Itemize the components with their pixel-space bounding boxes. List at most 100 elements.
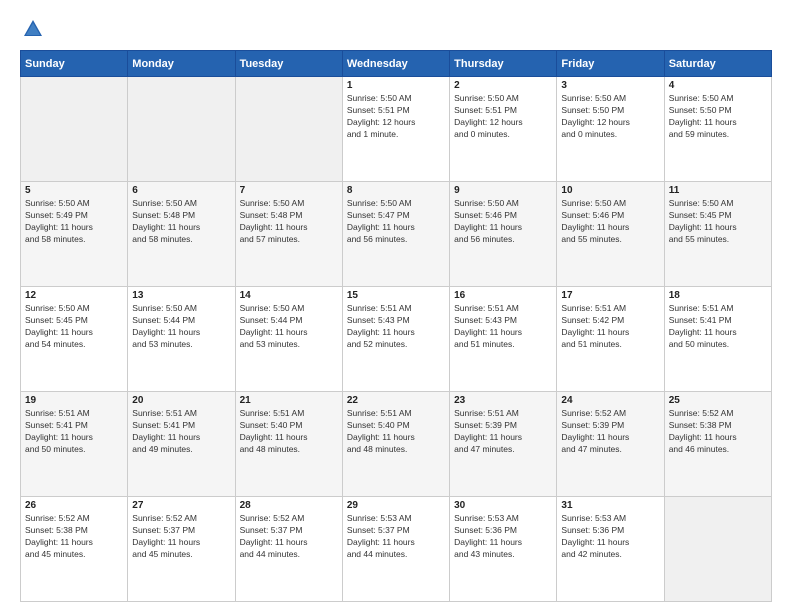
calendar-cell: 29 Sunrise: 5:53 AM Sunset: 5:37 PM Dayli… (342, 497, 449, 602)
day-number: 13 (132, 290, 230, 301)
day-info: Sunrise: 5:53 AM Sunset: 5:36 PM Dayligh… (561, 513, 659, 561)
day-number: 15 (347, 290, 445, 301)
calendar-cell: 28 Sunrise: 5:52 AM Sunset: 5:37 PM Dayli… (235, 497, 342, 602)
week-row-4: 19 Sunrise: 5:51 AM Sunset: 5:41 PM Dayli… (21, 392, 772, 497)
day-info: Sunrise: 5:50 AM Sunset: 5:49 PM Dayligh… (25, 198, 123, 246)
day-info: Sunrise: 5:50 AM Sunset: 5:48 PM Dayligh… (240, 198, 338, 246)
day-number: 6 (132, 185, 230, 196)
calendar-cell: 14 Sunrise: 5:50 AM Sunset: 5:44 PM Dayli… (235, 287, 342, 392)
week-row-1: 1Sunrise: 5:50 AM Sunset: 5:51 PM Daylig… (21, 77, 772, 182)
day-number: 12 (25, 290, 123, 301)
calendar-cell: 12Sunrise: 5:50 AM Sunset: 5:45 PM Dayli… (21, 287, 128, 392)
day-info: Sunrise: 5:50 AM Sunset: 5:46 PM Dayligh… (454, 198, 552, 246)
calendar-cell (21, 77, 128, 182)
day-number: 5 (25, 185, 123, 196)
header (20, 18, 772, 40)
logo (20, 18, 44, 40)
day-number: 8 (347, 185, 445, 196)
day-info: Sunrise: 5:51 AM Sunset: 5:40 PM Dayligh… (347, 408, 445, 456)
calendar-cell: 23Sunrise: 5:51 AM Sunset: 5:39 PM Dayli… (450, 392, 557, 497)
calendar-cell: 24 Sunrise: 5:52 AM Sunset: 5:39 PM Dayli… (557, 392, 664, 497)
weekday-header-thursday: Thursday (450, 51, 557, 77)
day-number: 27 (132, 500, 230, 511)
calendar-cell: 19 Sunrise: 5:51 AM Sunset: 5:41 PM Dayli… (21, 392, 128, 497)
weekday-header-row: SundayMondayTuesdayWednesdayThursdayFrid… (21, 51, 772, 77)
day-info: Sunrise: 5:50 AM Sunset: 5:46 PM Dayligh… (561, 198, 659, 246)
weekday-header-friday: Friday (557, 51, 664, 77)
calendar-cell (235, 77, 342, 182)
day-info: Sunrise: 5:51 AM Sunset: 5:41 PM Dayligh… (25, 408, 123, 456)
calendar-cell: 26 Sunrise: 5:52 AM Sunset: 5:38 PM Dayli… (21, 497, 128, 602)
week-row-2: 5 Sunrise: 5:50 AM Sunset: 5:49 PM Daylig… (21, 182, 772, 287)
day-info: Sunrise: 5:50 AM Sunset: 5:44 PM Dayligh… (132, 303, 230, 351)
day-number: 7 (240, 185, 338, 196)
weekday-header-monday: Monday (128, 51, 235, 77)
day-number: 10 (561, 185, 659, 196)
day-info: Sunrise: 5:52 AM Sunset: 5:37 PM Dayligh… (240, 513, 338, 561)
calendar-cell: 27 Sunrise: 5:52 AM Sunset: 5:37 PM Dayli… (128, 497, 235, 602)
day-number: 3 (561, 80, 659, 91)
day-number: 24 (561, 395, 659, 406)
weekday-header-tuesday: Tuesday (235, 51, 342, 77)
day-info: Sunrise: 5:50 AM Sunset: 5:50 PM Dayligh… (561, 93, 659, 141)
calendar-cell: 16Sunrise: 5:51 AM Sunset: 5:43 PM Dayli… (450, 287, 557, 392)
day-number: 30 (454, 500, 552, 511)
calendar-cell: 31 Sunrise: 5:53 AM Sunset: 5:36 PM Dayli… (557, 497, 664, 602)
day-info: Sunrise: 5:52 AM Sunset: 5:37 PM Dayligh… (132, 513, 230, 561)
day-number: 9 (454, 185, 552, 196)
calendar-table: SundayMondayTuesdayWednesdayThursdayFrid… (20, 50, 772, 602)
calendar-cell: 22Sunrise: 5:51 AM Sunset: 5:40 PM Dayli… (342, 392, 449, 497)
day-info: Sunrise: 5:52 AM Sunset: 5:38 PM Dayligh… (669, 408, 767, 456)
day-number: 2 (454, 80, 552, 91)
calendar-cell: 6 Sunrise: 5:50 AM Sunset: 5:48 PM Daylig… (128, 182, 235, 287)
day-info: Sunrise: 5:53 AM Sunset: 5:36 PM Dayligh… (454, 513, 552, 561)
calendar-cell: 30 Sunrise: 5:53 AM Sunset: 5:36 PM Dayli… (450, 497, 557, 602)
calendar-cell: 13 Sunrise: 5:50 AM Sunset: 5:44 PM Dayli… (128, 287, 235, 392)
day-info: Sunrise: 5:50 AM Sunset: 5:47 PM Dayligh… (347, 198, 445, 246)
calendar-cell: 8 Sunrise: 5:50 AM Sunset: 5:47 PM Daylig… (342, 182, 449, 287)
day-info: Sunrise: 5:51 AM Sunset: 5:43 PM Dayligh… (347, 303, 445, 351)
day-info: Sunrise: 5:51 AM Sunset: 5:40 PM Dayligh… (240, 408, 338, 456)
day-info: Sunrise: 5:50 AM Sunset: 5:51 PM Dayligh… (347, 93, 445, 141)
calendar-cell: 2Sunrise: 5:50 AM Sunset: 5:51 PM Daylig… (450, 77, 557, 182)
day-info: Sunrise: 5:52 AM Sunset: 5:38 PM Dayligh… (25, 513, 123, 561)
day-info: Sunrise: 5:51 AM Sunset: 5:42 PM Dayligh… (561, 303, 659, 351)
day-number: 25 (669, 395, 767, 406)
day-number: 26 (25, 500, 123, 511)
day-number: 29 (347, 500, 445, 511)
day-number: 4 (669, 80, 767, 91)
calendar-cell (128, 77, 235, 182)
day-number: 11 (669, 185, 767, 196)
calendar-cell: 1Sunrise: 5:50 AM Sunset: 5:51 PM Daylig… (342, 77, 449, 182)
day-number: 28 (240, 500, 338, 511)
calendar-cell: 3 Sunrise: 5:50 AM Sunset: 5:50 PM Daylig… (557, 77, 664, 182)
day-info: Sunrise: 5:52 AM Sunset: 5:39 PM Dayligh… (561, 408, 659, 456)
day-number: 16 (454, 290, 552, 301)
calendar-cell: 21 Sunrise: 5:51 AM Sunset: 5:40 PM Dayli… (235, 392, 342, 497)
weekday-header-saturday: Saturday (664, 51, 771, 77)
calendar-cell: 18Sunrise: 5:51 AM Sunset: 5:41 PM Dayli… (664, 287, 771, 392)
day-number: 31 (561, 500, 659, 511)
day-info: Sunrise: 5:51 AM Sunset: 5:41 PM Dayligh… (132, 408, 230, 456)
day-info: Sunrise: 5:53 AM Sunset: 5:37 PM Dayligh… (347, 513, 445, 561)
logo-icon (22, 18, 44, 40)
calendar-cell: 10 Sunrise: 5:50 AM Sunset: 5:46 PM Dayli… (557, 182, 664, 287)
calendar-cell: 4 Sunrise: 5:50 AM Sunset: 5:50 PM Daylig… (664, 77, 771, 182)
weekday-header-sunday: Sunday (21, 51, 128, 77)
day-number: 18 (669, 290, 767, 301)
calendar-cell: 9 Sunrise: 5:50 AM Sunset: 5:46 PM Daylig… (450, 182, 557, 287)
calendar-cell: 5 Sunrise: 5:50 AM Sunset: 5:49 PM Daylig… (21, 182, 128, 287)
day-number: 21 (240, 395, 338, 406)
day-number: 17 (561, 290, 659, 301)
page: SundayMondayTuesdayWednesdayThursdayFrid… (0, 0, 792, 612)
day-info: Sunrise: 5:50 AM Sunset: 5:50 PM Dayligh… (669, 93, 767, 141)
weekday-header-wednesday: Wednesday (342, 51, 449, 77)
week-row-3: 12Sunrise: 5:50 AM Sunset: 5:45 PM Dayli… (21, 287, 772, 392)
day-info: Sunrise: 5:50 AM Sunset: 5:48 PM Dayligh… (132, 198, 230, 246)
day-number: 19 (25, 395, 123, 406)
calendar-cell: 25 Sunrise: 5:52 AM Sunset: 5:38 PM Dayli… (664, 392, 771, 497)
day-number: 23 (454, 395, 552, 406)
week-row-5: 26 Sunrise: 5:52 AM Sunset: 5:38 PM Dayli… (21, 497, 772, 602)
day-number: 14 (240, 290, 338, 301)
day-info: Sunrise: 5:50 AM Sunset: 5:44 PM Dayligh… (240, 303, 338, 351)
